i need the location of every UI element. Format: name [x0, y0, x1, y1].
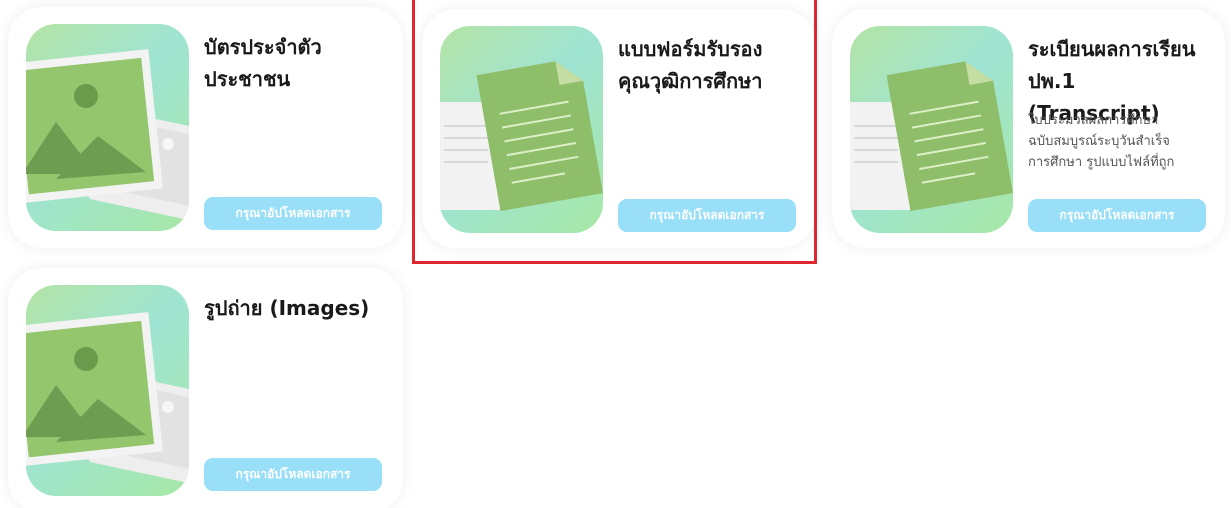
document-upload-page: บัตรประจำตัว ประชาชน กรุณาอัปโหลดเอกสาร	[0, 0, 1231, 508]
upload-document-button[interactable]: กรุณาอัปโหลดเอกสาร	[1028, 199, 1206, 232]
upload-document-button[interactable]: กรุณาอัปโหลดเอกสาร	[204, 197, 382, 230]
card-title: แบบฟอร์มรับรอง คุณวุฒิการศึกษา	[618, 37, 763, 93]
card-title: รูปถ่าย (Images)	[204, 296, 370, 320]
card-title: บัตรประจำตัว ประชาชน	[204, 35, 322, 91]
upload-document-button[interactable]: กรุณาอัปโหลดเอกสาร	[204, 458, 382, 491]
card-description: ใบประมวลผลการศึกษา ฉบับสมบูรณ์ระบุวันสำเ…	[1028, 113, 1175, 170]
upload-card-photos[interactable]: รูปถ่าย (Images) กรุณาอัปโหลดเอกสาร	[8, 268, 403, 508]
image-icon	[26, 24, 189, 231]
document-icon	[440, 26, 603, 233]
document-icon	[850, 26, 1013, 233]
upload-document-button[interactable]: กรุณาอัปโหลดเอกสาร	[618, 199, 796, 232]
upload-card-transcript[interactable]: ระเบียนผลการเรียน ปพ.1 (Transcript) ใบปร…	[832, 9, 1225, 248]
image-icon	[26, 285, 189, 496]
upload-card-id-card[interactable]: บัตรประจำตัว ประชาชน กรุณาอัปโหลดเอกสาร	[8, 7, 403, 248]
upload-card-education-certificate[interactable]: แบบฟอร์มรับรอง คุณวุฒิการศึกษา กรุณาอัปโ…	[422, 9, 815, 248]
